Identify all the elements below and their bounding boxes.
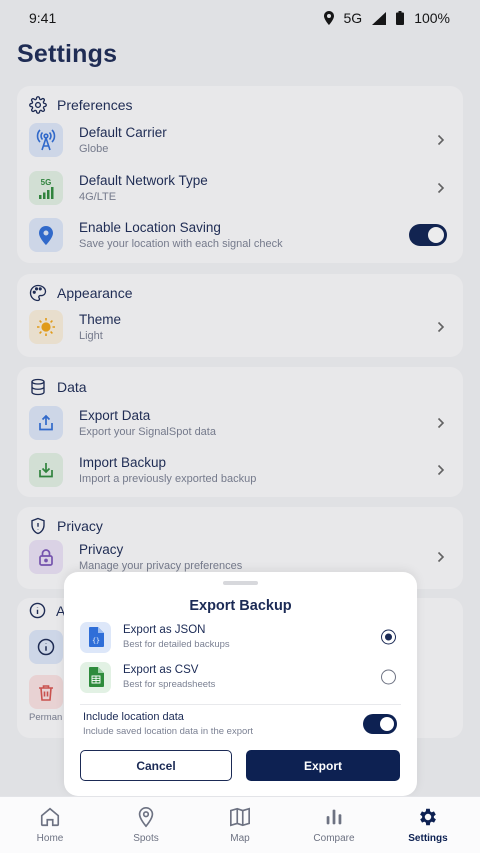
nav-settings[interactable]: Settings — [380, 797, 476, 853]
export-json-description: Best for detailed backups — [123, 638, 230, 650]
csv-radio[interactable] — [381, 669, 396, 685]
json-file-icon: {} — [80, 621, 111, 653]
export-csv-label: Export as CSV — [123, 663, 199, 676]
sheet-divider — [80, 704, 401, 705]
include-location-toggle[interactable] — [363, 714, 397, 734]
nav-spots-label: Spots — [133, 833, 159, 844]
nav-compare[interactable]: Compare — [286, 797, 382, 853]
nav-spots[interactable]: Spots — [98, 797, 194, 853]
nav-home[interactable]: Home — [2, 797, 98, 853]
export-csv-description: Best for spreadsheets — [123, 678, 216, 690]
export-backup-sheet: Export Backup {} Export as JSON Best for… — [64, 572, 417, 796]
sheet-title: Export Backup — [189, 598, 292, 614]
export-json-label: Export as JSON — [123, 623, 206, 636]
include-location-row: Include location data Include saved loca… — [83, 710, 401, 740]
export-button[interactable]: Export — [246, 750, 400, 781]
cancel-button[interactable]: Cancel — [80, 750, 232, 781]
gear-icon — [420, 808, 436, 826]
json-radio-selected[interactable] — [381, 629, 396, 645]
include-location-description: Include saved location data in the expor… — [83, 726, 254, 737]
map-icon — [230, 807, 250, 827]
nav-map-label: Map — [230, 833, 250, 844]
export-csv-option[interactable]: Export as CSV Best for spreadsheets — [80, 660, 401, 694]
export-json-option[interactable]: {} Export as JSON Best for detailed back… — [80, 620, 401, 654]
include-location-label: Include location data — [83, 711, 184, 723]
nav-settings-label: Settings — [408, 833, 448, 844]
bottom-nav: Home Spots Map Compare Settings — [0, 796, 480, 853]
home-icon — [40, 807, 60, 827]
csv-file-icon — [80, 661, 111, 693]
nav-map[interactable]: Map — [192, 797, 288, 853]
nav-home-label: Home — [36, 833, 64, 844]
nav-compare-label: Compare — [313, 833, 355, 844]
bar-chart-icon — [326, 809, 342, 825]
svg-text:{}: {} — [92, 637, 100, 645]
map-pin-icon — [138, 807, 154, 828]
sheet-drag-handle[interactable] — [223, 581, 258, 585]
